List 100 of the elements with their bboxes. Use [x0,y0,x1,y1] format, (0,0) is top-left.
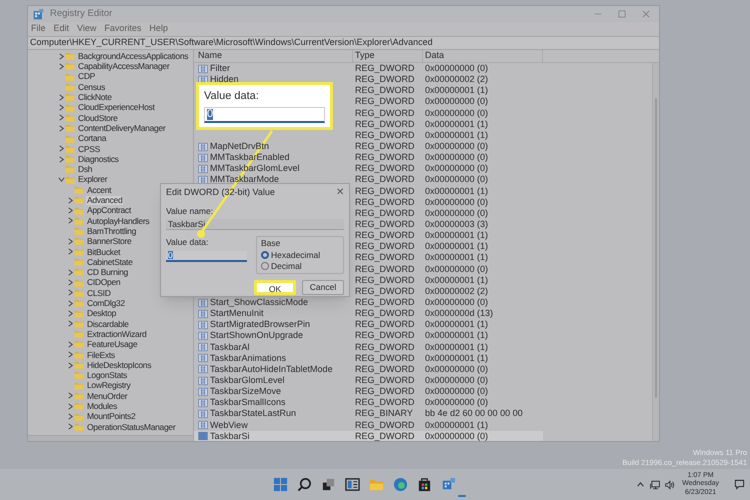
chevron-right-icon[interactable] [58,104,65,112]
chevron-right-icon[interactable] [58,62,65,70]
notification-icon[interactable] [734,479,745,490]
store-icon[interactable] [417,477,432,492]
tree-item[interactable]: CDP [77,72,96,81]
tree-item[interactable]: Advanced [86,196,124,205]
tree-item[interactable]: Diagnostics [77,154,120,164]
chevron-right-icon[interactable] [67,320,74,328]
registry-icon[interactable] [441,477,456,492]
tree-item[interactable]: MenuOrder [86,392,128,400]
tree-item[interactable]: HideDesktopIcons [86,360,152,370]
value-icon [198,142,208,152]
tree-item[interactable]: OperationStatusManager [86,422,176,432]
menu-item[interactable]: Help [149,22,168,36]
chevron-right-icon[interactable] [67,279,74,286]
chevron-right-icon[interactable] [67,423,74,430]
tree-item[interactable]: LogonStats [86,371,128,380]
chevron-right-icon[interactable] [67,340,74,348]
tree-item[interactable]: Explorer [77,175,108,184]
folder-icon [65,174,75,185]
tree-item[interactable]: CLSID [86,288,112,298]
column-header[interactable]: Type [353,50,423,62]
tree-item[interactable]: CIDOpen [86,278,122,287]
app-icon [33,8,44,20]
horizontal-scrollbar[interactable] [28,435,193,441]
chevron-right-icon[interactable] [67,268,74,276]
chevron-right-icon[interactable] [67,289,74,296]
value-data: 0x00000001 (1) [424,230,490,242]
menu-item[interactable]: File [31,22,46,36]
volume-icon[interactable] [665,480,676,490]
tree-item[interactable]: Cortana [77,134,108,143]
start-icon[interactable] [273,477,288,492]
chevron-right-icon[interactable] [67,217,74,224]
chevron-right-icon[interactable] [58,114,65,122]
value-data: 0x00000000 (0) [424,296,490,308]
network-icon[interactable] [650,480,660,490]
tree-item[interactable]: BannerStore [86,237,132,246]
chevron-right-icon[interactable] [58,94,65,101]
chevron-right-icon[interactable] [67,248,74,256]
tree-item[interactable]: CapabilityAccessManager [77,62,170,71]
value-name: TaskbarAnimations [210,354,286,363]
column-header[interactable]: Name [194,50,353,62]
tree-item[interactable]: CloudExperienceHost [77,103,156,112]
menu-item[interactable]: Edit [54,22,70,36]
chevron-right-icon[interactable] [67,413,74,420]
tree-item[interactable]: BitBucket [86,248,122,256]
selected-text: 0 [168,250,173,260]
value-data-field[interactable]: 0 [166,250,247,262]
tree-item[interactable]: AppContract [86,206,132,215]
tree-item[interactable]: ContentDeliveryManager [77,124,166,132]
chevron-right-icon[interactable] [67,392,74,400]
chevron-right-icon[interactable] [67,207,74,214]
task-view-icon[interactable] [321,477,336,492]
address-bar[interactable]: Computer\HKEY_CURRENT_USER\Software\Microsoft\Windows\CurrentVersion\Explorer\Advanced [28,36,659,50]
tree-item[interactable]: ComDlg32 [86,299,126,308]
menu-item[interactable]: View [77,22,96,36]
tree-item[interactable]: CPSS [77,144,101,154]
chevron-down-icon[interactable] [58,176,65,184]
tree-item[interactable]: ExtractionWizard [86,330,148,338]
tree-item[interactable]: BamThrottling [86,226,138,236]
chevron-right-icon[interactable] [58,124,65,132]
tree-item[interactable]: Discardable [86,320,130,328]
vertical-scrollbar[interactable] [652,63,659,441]
tree-item[interactable]: Accent [86,186,112,194]
tree-item[interactable]: CD Burning [86,268,129,277]
tree-item[interactable]: Dsh [77,165,94,174]
chevron-right-icon[interactable] [67,196,74,204]
tree-item[interactable]: ClickNote [77,93,113,102]
chevron-right-icon[interactable] [67,238,74,245]
tree-item[interactable]: Census [77,82,106,92]
value-type: REG_DWORD [354,74,416,86]
dialog-button[interactable]: Cancel [302,280,344,295]
tree-item[interactable]: LowRegistry [86,381,132,390]
folder-icon [65,61,75,72]
chevron-right-icon[interactable] [67,351,74,358]
radio-button[interactable] [261,251,269,259]
chevron-right-icon[interactable] [58,52,65,60]
close-button[interactable]: ✕ [336,185,344,200]
tree-item[interactable]: BackgroundAccessApplications [77,52,190,60]
chevron-right-icon[interactable] [58,156,65,163]
chevron-right-icon[interactable] [67,310,74,318]
chevron-right-icon[interactable] [67,300,74,307]
dialog-button[interactable]: OK [254,280,296,295]
tree-item[interactable]: MountPoints2 [86,412,136,421]
widgets-icon[interactable] [345,477,360,492]
chevron-right-icon[interactable] [67,402,74,410]
tree-item[interactable]: AutoplayHandlers [86,216,150,226]
tree-item[interactable]: CloudStore [77,114,119,122]
chevron-right-icon[interactable] [58,145,65,152]
column-header[interactable]: Data [423,50,543,62]
caret-up-icon[interactable] [636,480,646,489]
tree-item[interactable]: Modules [86,402,118,410]
tree-item[interactable]: CabinetState [86,258,134,266]
menu-item[interactable]: Favorites [104,22,142,36]
tree-item[interactable]: FileExts [86,350,116,359]
tree-item[interactable]: FeatureUsage [86,340,138,349]
radio-button[interactable] [261,262,269,270]
search-icon[interactable] [297,477,312,492]
chevron-right-icon[interactable] [67,362,74,369]
tree-item[interactable]: Desktop [86,309,118,318]
